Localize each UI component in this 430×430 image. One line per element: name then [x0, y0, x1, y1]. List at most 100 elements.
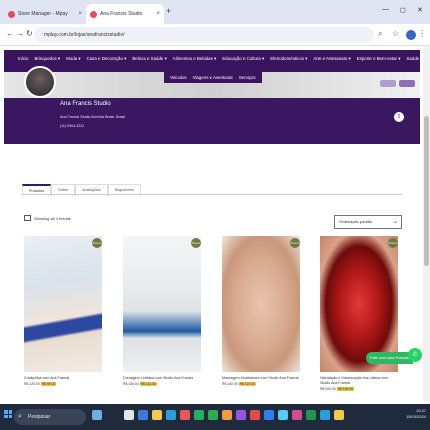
bookmark-star-icon[interactable]: ☆: [392, 29, 399, 38]
sale-price: R$ 99,00: [40, 382, 57, 386]
sort-value: Ordenação padrão: [339, 219, 373, 224]
tabs-divider: [22, 194, 402, 195]
whatsapp-icon[interactable]: ✆: [408, 348, 422, 362]
browser-tab-store-manager[interactable]: Store Manager - Mpay ×: [4, 4, 86, 24]
search-icon: ⌕: [18, 413, 22, 420]
product-card[interactable]: Promo Criolipólise com Ana Francis R$ 12…: [24, 236, 102, 386]
ana-francis-favicon-icon: [90, 10, 97, 18]
edge-icon[interactable]: [138, 410, 148, 420]
promo-badge: Promo: [290, 238, 300, 248]
product-price: R$ 200,00 R$ 169,00: [320, 387, 355, 391]
app-icon[interactable]: [180, 410, 190, 420]
category-list-row2: Veículos Viagens e Aventuras Serviços: [164, 72, 262, 83]
category-nav: Início Brinquedos ▾ Moda ▾ Casa e Decoração…: [4, 50, 423, 72]
taskbar-clock[interactable]: 10:37 15/03/2024: [382, 408, 426, 420]
category-nav-item[interactable]: Veículos: [170, 75, 187, 80]
chrome-icon[interactable]: [208, 410, 218, 420]
product-card[interactable]: Promo Massagem Modeladora com Studio Ana…: [222, 236, 300, 386]
results-count: Showing all 4 results: [34, 215, 71, 221]
app-icon[interactable]: [250, 410, 260, 420]
tab-title: Ana Francis Studio: [100, 11, 143, 17]
app-icon[interactable]: [320, 410, 330, 420]
product-image[interactable]: Promo: [222, 236, 300, 372]
url-input[interactable]: mplay.com.br/lojas/anafrancisstudio/: [34, 27, 374, 43]
category-nav-item[interactable]: Moda ▾: [66, 56, 80, 62]
sort-select[interactable]: Ordenação padrão ⌄: [334, 215, 402, 229]
category-nav-item[interactable]: Viagens e Aventuras: [193, 75, 233, 80]
product-image[interactable]: Promo: [123, 236, 201, 372]
category-nav-item[interactable]: Esporte e Bem-estar ▾: [357, 56, 401, 62]
chevron-down-icon: ⌄: [392, 219, 398, 225]
category-nav-item[interactable]: Eletrodomésticos ▾: [270, 56, 307, 62]
promo-badge: Promo: [92, 238, 102, 248]
minimize-icon[interactable]: —: [382, 6, 389, 13]
file-explorer-icon[interactable]: [152, 410, 162, 420]
category-nav-item[interactable]: Serviços: [239, 75, 256, 80]
forward-arrow-icon[interactable]: →: [16, 29, 24, 38]
profile-avatar[interactable]: [406, 30, 416, 40]
category-nav-item[interactable]: Início: [18, 56, 29, 62]
store-phone: (11) 9404-2222: [60, 124, 85, 128]
product-card[interactable]: Promo Hidratação e Volumização dos Lábio…: [320, 236, 398, 391]
app-icon[interactable]: [264, 410, 274, 420]
menu-dots-icon[interactable]: ⋮: [418, 29, 426, 38]
category-nav-item[interactable]: Educação e Cultura ▾: [222, 56, 264, 62]
app-icon[interactable]: [236, 410, 246, 420]
category-nav-item[interactable]: Alimentos e Bebidas ▾: [173, 56, 216, 62]
follow-button[interactable]: [380, 80, 396, 87]
category-nav-item[interactable]: Saúde ▾: [406, 56, 422, 62]
back-arrow-icon[interactable]: ←: [6, 29, 14, 38]
whatsapp-taskbar-icon[interactable]: [194, 410, 204, 420]
category-list: Início Brinquedos ▾ Moda ▾ Casa e Decoração…: [18, 56, 423, 62]
store-name: Ana Francis Studio: [60, 101, 111, 107]
product-price: R$ 140,00 R$ 119,00: [222, 382, 257, 386]
product-title[interactable]: Criolipólise com Ana Francis: [24, 376, 102, 381]
widgets-icon[interactable]: [92, 410, 102, 420]
sale-price: R$ 119,00: [238, 382, 257, 386]
contact-button[interactable]: [399, 80, 415, 87]
promo-badge: Promo: [191, 238, 201, 248]
category-nav-item[interactable]: Arte e Artesanato ▾: [313, 56, 350, 62]
clock-date: 15/03/2024: [405, 414, 426, 419]
app-icon[interactable]: [222, 410, 232, 420]
zoom-icon[interactable]: ⌕: [378, 29, 382, 39]
taskbar-search-placeholder: Pesquisar: [28, 414, 51, 420]
product-title[interactable]: Massagem Modeladora com Studio Ana Franc…: [222, 376, 300, 381]
tab-title: Store Manager - Mpay: [18, 11, 68, 17]
task-view-icon[interactable]: [124, 410, 134, 420]
windows-start-icon[interactable]: [4, 410, 12, 418]
close-tab-icon[interactable]: ×: [78, 11, 82, 17]
new-tab-plus-icon[interactable]: +: [166, 6, 171, 16]
product-image[interactable]: Promo: [24, 236, 102, 372]
whatsapp-chat-label[interactable]: Fale com Ana Francis: [366, 352, 413, 364]
category-nav-item[interactable]: Beleza e Saúde ▾: [132, 56, 166, 62]
product-title[interactable]: Drenagem Linfática com Studio Ana Franci…: [123, 376, 201, 381]
product-price: R$ 120,00 R$ 99,00: [24, 382, 57, 386]
app-icon[interactable]: [306, 410, 316, 420]
close-tab-icon[interactable]: ×: [156, 11, 160, 17]
store-manager-favicon-icon: [8, 10, 15, 18]
close-window-icon[interactable]: ✕: [417, 6, 423, 14]
taskbar-search-input[interactable]: ⌕ Pesquisar: [14, 409, 86, 425]
app-icon[interactable]: [334, 410, 344, 420]
product-card[interactable]: Promo Drenagem Linfática com Studio Ana …: [123, 236, 201, 386]
store-address: Ana Francis Studio Avenida Brasil, Brasi…: [60, 115, 126, 119]
browser-tab-ana-francis[interactable]: Ana Francis Studio ×: [86, 4, 164, 24]
store-app-icon[interactable]: [166, 410, 176, 420]
category-nav-item[interactable]: Brinquedos ▾: [35, 56, 61, 62]
scrollbar-thumb[interactable]: [424, 116, 429, 266]
category-nav-item[interactable]: Casa e Decoração ▾: [87, 56, 127, 62]
grid-view-icon[interactable]: [24, 215, 31, 221]
page-scrollbar[interactable]: [423, 46, 430, 401]
product-price: R$ 130,00 R$ 110,00: [123, 382, 158, 386]
results-filter[interactable]: Showing all 4 results: [24, 215, 71, 221]
sale-price: R$ 110,00: [139, 382, 158, 386]
share-icon[interactable]: ⇪: [394, 112, 404, 122]
promo-badge: Promo: [388, 238, 398, 248]
sale-price: R$ 169,00: [336, 387, 355, 391]
app-icon[interactable]: [292, 410, 302, 420]
reload-icon[interactable]: ↻: [26, 29, 33, 38]
product-title[interactable]: Hidratação e Volumização dos Lábios com …: [320, 376, 398, 386]
app-icon[interactable]: [278, 410, 288, 420]
maximize-icon[interactable]: ◻: [400, 6, 406, 14]
